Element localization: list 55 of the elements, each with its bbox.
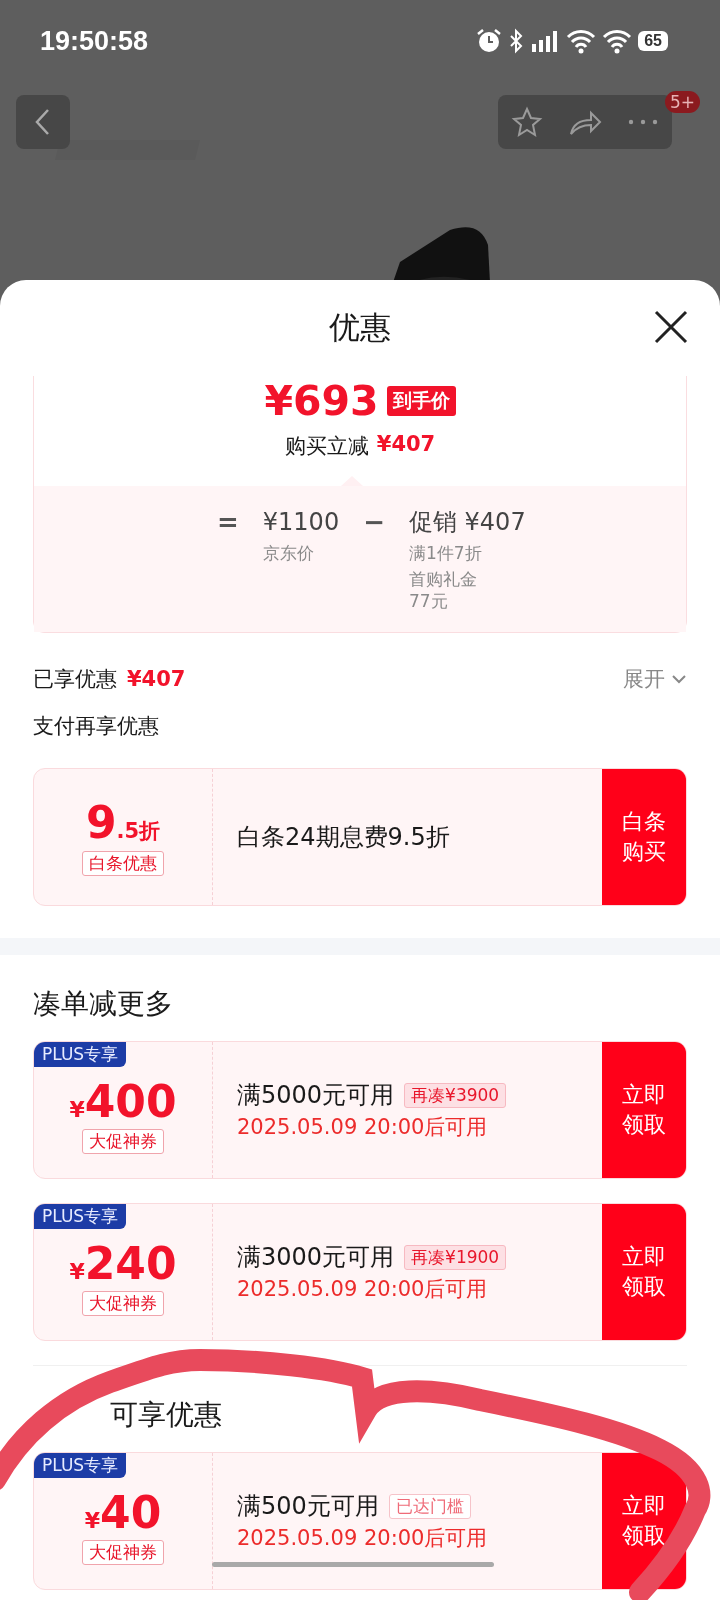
coupon-hint: 再凑¥3900: [404, 1082, 507, 1108]
close-icon: [652, 308, 690, 346]
coupon-amount: ¥400: [69, 1078, 177, 1125]
coupon-hint: 已达门槛: [388, 1493, 471, 1519]
coupon-hint: 再凑¥1900: [404, 1244, 507, 1270]
alarm-icon: [476, 28, 503, 54]
discount-rate: 9.5折: [85, 798, 161, 847]
discount-label: 购买立减: [284, 433, 369, 460]
coupon-amount: ¥40: [84, 1489, 162, 1536]
section-title: 可享优惠: [110, 1397, 223, 1433]
membership-badge: PLUS专享: [34, 1204, 127, 1229]
coupon-condition: 满500元可用: [237, 1491, 379, 1522]
status-time: 19:50:58: [40, 25, 149, 57]
membership-badge: PLUS专享: [34, 1453, 127, 1478]
coupon-time: 2025.05.09 20:00后可用: [237, 1525, 489, 1552]
coupon-time: 2025.05.09 20:00后可用: [237, 1114, 489, 1141]
coupon-condition: 满3000元可用: [237, 1242, 395, 1273]
operator-sign: −: [363, 506, 385, 538]
share-icon: [568, 108, 602, 136]
coupon-tag: 大促神券: [82, 1290, 164, 1316]
star-icon: [511, 106, 543, 138]
bluetooth-icon: [508, 28, 525, 54]
more-icon: [628, 119, 658, 125]
expand-toggle[interactable]: 展开: [623, 665, 687, 693]
claim-button[interactable]: 立即领取: [602, 1204, 686, 1340]
buy-button[interactable]: 白条购买: [602, 769, 686, 905]
applied-label: 已享优惠: [33, 667, 117, 691]
coupon-amount: ¥240: [69, 1240, 177, 1287]
back-button[interactable]: [16, 95, 70, 149]
offer-tag: 白条优惠: [82, 850, 164, 876]
applied-value: ¥407: [127, 667, 186, 691]
discount-value: ¥407: [376, 432, 436, 458]
term-note: 首购礼金77元: [408, 568, 478, 612]
coupon-condition: 满5000元可用: [237, 1080, 395, 1111]
sheet-title: 优惠: [329, 308, 391, 347]
wifi-icon: [566, 28, 597, 54]
battery-indicator: 65: [638, 31, 668, 51]
section-title: 支付再享优惠: [33, 713, 160, 740]
price-label: 到手价: [386, 386, 456, 416]
wifi-icon: [602, 28, 633, 54]
operator-sign: =: [217, 506, 239, 538]
term-note: 京东价: [262, 542, 315, 564]
close-button[interactable]: [652, 308, 690, 346]
coupon-tag: 大促神券: [82, 1128, 164, 1154]
section-title: 凑单减更多: [33, 986, 174, 1022]
price-term: ¥1100: [262, 507, 340, 538]
price-term: 促销 ¥407: [408, 507, 526, 538]
claim-button[interactable]: 立即领取: [602, 1042, 686, 1178]
membership-badge: PLUS专享: [34, 1042, 127, 1067]
final-price: ¥693: [264, 376, 379, 426]
notification-badge: 5+: [664, 91, 700, 113]
offer-text: 白条24期息费9.5折: [237, 822, 451, 853]
coupon-tag: 大促神券: [82, 1539, 164, 1565]
term-note: 满1件7折: [408, 542, 483, 564]
coupon-time: 2025.05.09 20:00后可用: [237, 1276, 489, 1303]
